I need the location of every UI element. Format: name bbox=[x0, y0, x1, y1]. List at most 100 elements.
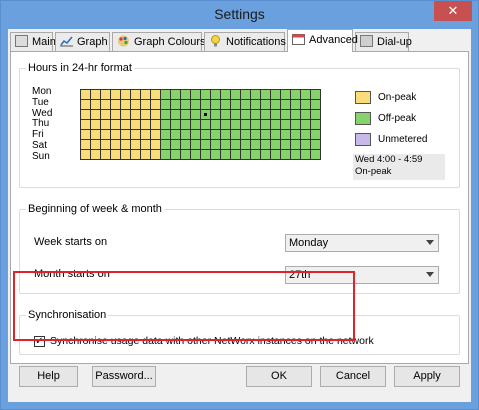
hour-cell[interactable] bbox=[301, 130, 310, 139]
apply-button[interactable]: Apply bbox=[394, 366, 460, 387]
hour-cell[interactable] bbox=[261, 120, 270, 129]
hour-cell[interactable] bbox=[251, 120, 260, 129]
hour-cell[interactable] bbox=[181, 90, 190, 99]
hour-cell[interactable] bbox=[211, 130, 220, 139]
hour-cell[interactable] bbox=[131, 150, 140, 159]
hour-cell[interactable] bbox=[121, 110, 130, 119]
hour-cell[interactable] bbox=[311, 130, 320, 139]
hour-cell[interactable] bbox=[91, 150, 100, 159]
hour-cell[interactable] bbox=[141, 130, 150, 139]
hour-cell[interactable] bbox=[191, 110, 200, 119]
tab-advanced[interactable]: Advanced bbox=[287, 29, 358, 52]
hour-cell[interactable] bbox=[81, 150, 90, 159]
hour-cell[interactable] bbox=[271, 150, 280, 159]
hour-cell[interactable] bbox=[241, 110, 250, 119]
hour-cell[interactable] bbox=[271, 130, 280, 139]
hour-cell[interactable] bbox=[111, 130, 120, 139]
hour-cell[interactable] bbox=[111, 120, 120, 129]
hour-cell[interactable] bbox=[101, 140, 110, 149]
hour-cell[interactable] bbox=[241, 130, 250, 139]
hour-cell[interactable] bbox=[201, 150, 210, 159]
hour-cell[interactable] bbox=[231, 150, 240, 159]
hour-cell[interactable] bbox=[91, 100, 100, 109]
hour-cell[interactable] bbox=[91, 130, 100, 139]
hour-cell[interactable] bbox=[241, 100, 250, 109]
hour-cell[interactable] bbox=[81, 90, 90, 99]
hour-cell[interactable] bbox=[211, 110, 220, 119]
hour-cell[interactable] bbox=[281, 110, 290, 119]
hour-cell[interactable] bbox=[81, 110, 90, 119]
hour-cell[interactable] bbox=[281, 90, 290, 99]
hour-cell[interactable] bbox=[231, 90, 240, 99]
hour-cell[interactable] bbox=[201, 110, 210, 119]
tab-notifications[interactable]: Notifications bbox=[204, 32, 286, 51]
hour-cell[interactable] bbox=[91, 120, 100, 129]
hour-cell[interactable] bbox=[251, 110, 260, 119]
hour-cell[interactable] bbox=[191, 140, 200, 149]
hour-cell[interactable] bbox=[101, 150, 110, 159]
hour-cell[interactable] bbox=[221, 120, 230, 129]
hour-cell[interactable] bbox=[101, 120, 110, 129]
hour-cell[interactable] bbox=[131, 140, 140, 149]
close-button[interactable]: ✕ bbox=[434, 1, 472, 21]
hour-cell[interactable] bbox=[261, 100, 270, 109]
hour-cell[interactable] bbox=[191, 90, 200, 99]
hour-cell[interactable] bbox=[311, 110, 320, 119]
sync-checkbox[interactable]: ✓ bbox=[34, 336, 45, 347]
hour-cell[interactable] bbox=[171, 110, 180, 119]
hour-cell[interactable] bbox=[171, 130, 180, 139]
hour-cell[interactable] bbox=[121, 130, 130, 139]
hour-cell[interactable] bbox=[121, 150, 130, 159]
hour-cell[interactable] bbox=[161, 140, 170, 149]
hour-cell[interactable] bbox=[291, 150, 300, 159]
hour-cell[interactable] bbox=[171, 90, 180, 99]
hour-cell[interactable] bbox=[151, 110, 160, 119]
hour-cell[interactable] bbox=[251, 150, 260, 159]
hour-cell[interactable] bbox=[241, 140, 250, 149]
hour-cell[interactable] bbox=[261, 90, 270, 99]
hour-cell[interactable] bbox=[241, 150, 250, 159]
hour-cell[interactable] bbox=[261, 140, 270, 149]
hour-cell[interactable] bbox=[211, 90, 220, 99]
hour-cell[interactable] bbox=[91, 140, 100, 149]
hour-cell[interactable] bbox=[301, 140, 310, 149]
hour-cell[interactable] bbox=[121, 100, 130, 109]
hour-cell[interactable] bbox=[301, 90, 310, 99]
hour-cell[interactable] bbox=[171, 150, 180, 159]
hour-cell[interactable] bbox=[301, 120, 310, 129]
hour-cell[interactable] bbox=[261, 110, 270, 119]
hour-cell[interactable] bbox=[231, 110, 240, 119]
hour-cell[interactable] bbox=[141, 120, 150, 129]
hour-cell[interactable] bbox=[221, 130, 230, 139]
hour-cell[interactable] bbox=[221, 110, 230, 119]
hour-cell[interactable] bbox=[241, 90, 250, 99]
tab-dial-up[interactable]: Dial-up bbox=[355, 32, 412, 51]
hour-cell[interactable] bbox=[121, 140, 130, 149]
hour-cell[interactable] bbox=[111, 100, 120, 109]
hour-cell[interactable] bbox=[261, 150, 270, 159]
hour-cell[interactable] bbox=[151, 120, 160, 129]
hour-cell[interactable] bbox=[161, 130, 170, 139]
hour-cell[interactable] bbox=[91, 110, 100, 119]
hour-cell[interactable] bbox=[281, 100, 290, 109]
hour-cell[interactable] bbox=[171, 120, 180, 129]
hour-cell[interactable] bbox=[281, 130, 290, 139]
hour-cell[interactable] bbox=[211, 120, 220, 129]
tab-graph[interactable]: Graph bbox=[55, 32, 110, 51]
hour-cell[interactable] bbox=[161, 90, 170, 99]
hour-cell[interactable] bbox=[151, 130, 160, 139]
hour-cell[interactable] bbox=[111, 90, 120, 99]
week-start-dropdown[interactable]: Monday bbox=[285, 234, 439, 252]
month-start-dropdown[interactable]: 27th bbox=[285, 266, 439, 284]
hour-cell[interactable] bbox=[311, 140, 320, 149]
cancel-button[interactable]: Cancel bbox=[320, 366, 386, 387]
hour-cell[interactable] bbox=[181, 100, 190, 109]
hour-cell[interactable] bbox=[221, 140, 230, 149]
hour-cell[interactable] bbox=[131, 130, 140, 139]
hour-cell[interactable] bbox=[141, 110, 150, 119]
tab-graph-colours[interactable]: Graph Colours bbox=[112, 32, 206, 51]
hour-cell[interactable] bbox=[201, 120, 210, 129]
hour-cell[interactable] bbox=[271, 110, 280, 119]
hour-cell[interactable] bbox=[151, 140, 160, 149]
hour-cell[interactable] bbox=[261, 130, 270, 139]
